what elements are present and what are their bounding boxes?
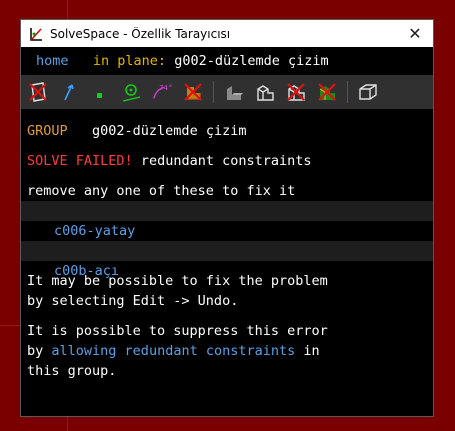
toolbar: 74°	[21, 75, 433, 109]
arrow-icon	[64, 84, 74, 101]
outline-solid-toggle[interactable]	[254, 81, 276, 103]
close-button[interactable]: ✕	[397, 20, 433, 47]
error-message: redundant constraints	[140, 153, 312, 169]
toolbar-separator	[347, 81, 348, 103]
background-guide-line	[0, 325, 20, 326]
browser-content: home in plane: g002-düzlemde çizim 74° G…	[21, 47, 433, 416]
sketch-plane-icon	[29, 82, 47, 102]
group-name: g002-düzlemde çizim	[92, 123, 247, 139]
angle-value: 74°	[159, 83, 172, 92]
in-plane-label: in plane:	[92, 53, 167, 69]
shaded-solid-icon	[227, 86, 243, 100]
allow-redundant-link[interactable]: allowing redundant constraints	[51, 343, 295, 359]
constraint-icon	[184, 83, 202, 101]
suppress-hint-line-1: It is possible to suppress this error	[27, 323, 328, 339]
wireframe-solid-icon	[287, 83, 305, 101]
title-bar[interactable]: SolveSpace - Özellik Tarayıcısı ✕	[21, 20, 433, 47]
fix-heading: remove any one of these to fix it	[27, 183, 296, 199]
faces-toggle[interactable]	[182, 81, 204, 103]
toolbar-separator	[213, 81, 214, 103]
suppress-prefix: by	[27, 343, 44, 359]
normals-toggle[interactable]	[58, 81, 80, 103]
list-item[interactable]: c007-dikey	[21, 221, 433, 259]
point-icon	[97, 93, 102, 98]
angle-icon: 74°	[153, 83, 173, 99]
colored-solid-icon	[318, 83, 336, 101]
undo-hint-line-1: It may be possible to fix the problem	[27, 273, 328, 289]
close-icon: ✕	[408, 24, 422, 43]
list-item[interactable]: c00b-açı	[21, 241, 433, 279]
colored-solid-toggle[interactable]	[316, 81, 338, 103]
active-sketch-name: g002-düzlemde çizim	[174, 53, 329, 69]
navigation-bar: home in plane: g002-düzlemde çizim	[36, 51, 329, 71]
shaded-solid-toggle[interactable]	[223, 81, 245, 103]
suppress-suffix: in	[303, 343, 320, 359]
circle-point-icon	[122, 84, 141, 102]
list-item[interactable]: c006-yatay	[21, 201, 433, 239]
undo-hint-line-2: by selecting Edit -> Undo.	[27, 293, 239, 309]
wireframe-toggle[interactable]	[285, 81, 307, 103]
outline-solid-icon	[257, 85, 274, 101]
perspective-toggle[interactable]	[357, 81, 379, 103]
property-browser-window: SolveSpace - Özellik Tarayıcısı ✕ home i…	[20, 19, 434, 417]
window-title: SolveSpace - Özellik Tarayıcısı	[50, 26, 231, 41]
construction-toggle[interactable]	[120, 81, 142, 103]
isometric-box-icon	[359, 84, 377, 100]
suppress-hint-line-3: this group.	[27, 363, 117, 379]
points-toggle[interactable]	[89, 81, 111, 103]
home-link[interactable]: home	[36, 53, 69, 69]
group-label: GROUP	[27, 123, 68, 139]
solve-failed-label: SOLVE FAILED!	[27, 153, 133, 169]
error-line: SOLVE FAILED! redundant constraints	[27, 151, 312, 171]
sketch-plane-toggle[interactable]	[27, 81, 49, 103]
constraints-toggle[interactable]: 74°	[151, 81, 173, 103]
group-line: GROUP g002-düzlemde çizim	[27, 121, 246, 141]
solvespace-app-icon	[28, 25, 44, 42]
suppress-hint-line-2: by allowing redundant constraints in	[27, 341, 320, 361]
